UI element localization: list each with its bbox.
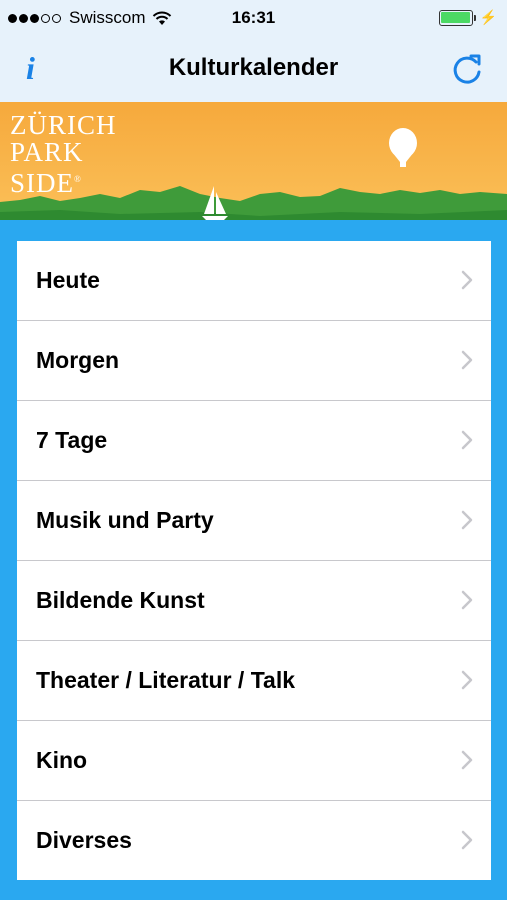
list-item-kino[interactable]: Kino	[17, 721, 491, 801]
list-item-label: Theater / Literatur / Talk	[36, 667, 296, 693]
list-item-label: Musik und Party	[36, 507, 214, 533]
chevron-right-icon	[461, 510, 473, 530]
chevron-right-icon	[461, 430, 473, 450]
chevron-right-icon	[461, 350, 473, 370]
status-time: 16:31	[231, 8, 276, 27]
chevron-right-icon	[461, 590, 473, 610]
list-item-morgen[interactable]: Morgen	[17, 321, 491, 401]
list-item-bildende-kunst[interactable]: Bildende Kunst	[17, 561, 491, 641]
charging-icon: ⚡	[479, 9, 497, 25]
status-bar: Swisscom 16:31 ⚡	[0, 0, 507, 36]
list-item-label: Kino	[36, 747, 88, 773]
list-item-theater-literatur-talk[interactable]: Theater / Literatur / Talk	[17, 641, 491, 721]
balloon-icon	[389, 128, 417, 167]
list-item-7-tage[interactable]: 7 Tage	[17, 401, 491, 481]
category-list: Heute Morgen 7 Tage Musik und Party Bild…	[17, 241, 491, 880]
sailboat-icon	[202, 186, 228, 220]
battery-icon: ⚡	[438, 9, 497, 26]
banner: ZÜRICH PARK SIDE®	[0, 102, 507, 226]
page-title: Kulturkalender	[168, 54, 339, 81]
list-item-label: 7 Tage	[36, 427, 108, 453]
chevron-right-icon	[461, 270, 473, 290]
list-item-diverses[interactable]: Diverses	[17, 801, 491, 880]
navigation-bar: i Kulturkalender	[0, 36, 507, 102]
chevron-right-icon	[461, 670, 473, 690]
refresh-icon[interactable]	[449, 50, 485, 86]
list-item-label: Bildende Kunst	[36, 587, 205, 613]
chevron-right-icon	[461, 830, 473, 850]
chevron-right-icon	[461, 750, 473, 770]
list-item-label: Heute	[36, 267, 100, 293]
list-item-label: Morgen	[36, 347, 120, 373]
list-item-musik-und-party[interactable]: Musik und Party	[17, 481, 491, 561]
list-item-heute[interactable]: Heute	[17, 241, 491, 321]
logo: ZÜRICH PARK SIDE®	[10, 110, 117, 198]
list-item-label: Diverses	[36, 827, 132, 853]
